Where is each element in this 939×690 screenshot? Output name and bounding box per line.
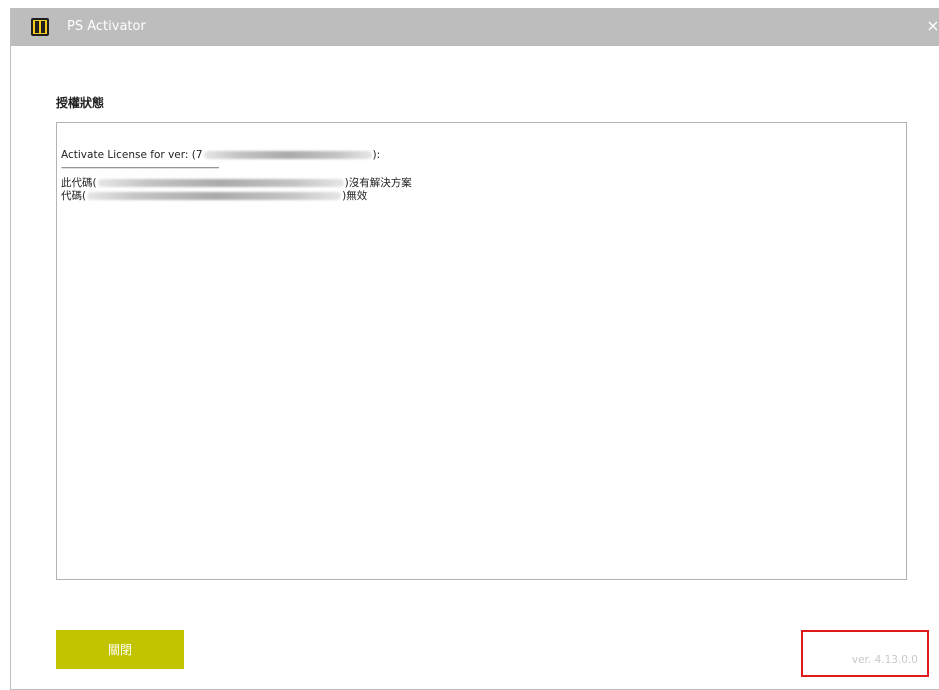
redacted-code-2 — [87, 192, 342, 200]
log-separator: ----------------------------------------… — [61, 163, 219, 173]
close-icon[interactable]: × — [926, 16, 939, 36]
log-line-activate-suffix: ): — [372, 149, 381, 161]
close-button[interactable]: 關閉 — [56, 630, 184, 669]
log-line-invalid-prefix: 代碼( — [61, 190, 87, 202]
app-window: PS Activator × 授權狀態 Activate License for… — [10, 8, 939, 690]
log-line-no-solution: 此代碼( )沒有解決方案 — [61, 176, 412, 190]
redacted-version-code — [203, 151, 372, 159]
log-line-invalid-suffix: )無效 — [342, 190, 368, 202]
license-status-heading: 授權狀態 — [56, 96, 105, 110]
log-line-activate-prefix: Activate License for ver: (7 — [61, 149, 203, 161]
title-bar[interactable]: PS Activator × — [11, 8, 939, 46]
window-title: PS Activator — [67, 19, 146, 34]
app-icon — [31, 18, 49, 36]
log-line-invalid: 代碼( )無效 — [61, 189, 367, 203]
license-log-textarea[interactable]: Activate License for ver: (7): ---------… — [56, 122, 907, 580]
log-line-no-solution-prefix: 此代碼( — [61, 177, 97, 189]
version-highlight-box — [801, 630, 929, 677]
redacted-code-1 — [97, 179, 344, 187]
log-line-activate: Activate License for ver: (7): — [61, 148, 380, 162]
log-line-no-solution-suffix: )沒有解決方案 — [344, 177, 412, 189]
